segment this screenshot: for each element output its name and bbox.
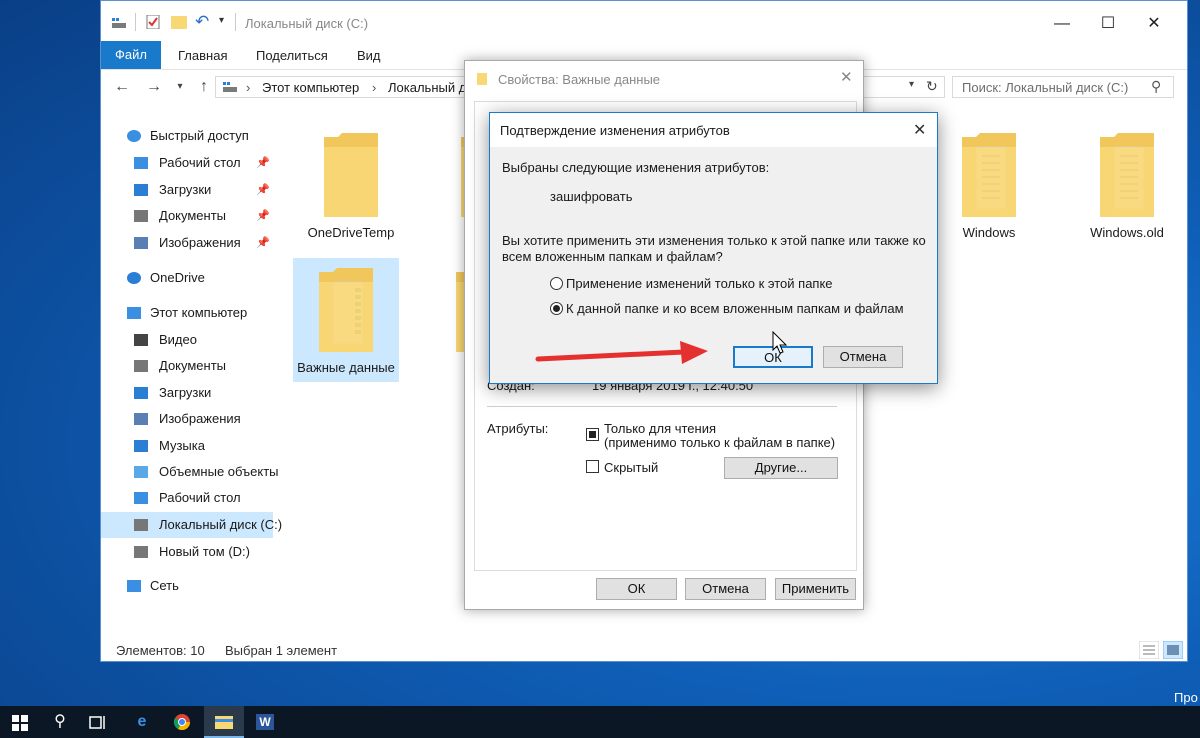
hidden-checkbox[interactable] <box>586 460 599 473</box>
folder-item[interactable]: Windows <box>936 123 1042 247</box>
sidebar-item-label: Музыка <box>159 438 205 453</box>
folder-label: Важные данные <box>297 360 395 375</box>
music-icon <box>134 440 148 452</box>
drive-icon <box>134 546 148 558</box>
red-arrow-annotation <box>535 341 708 364</box>
folder-label: OneDriveTemp <box>307 225 395 240</box>
sidebar-item-label: Рабочий стол <box>159 490 241 505</box>
readonly-checkbox[interactable] <box>586 428 599 441</box>
close-icon[interactable]: ✕ <box>913 120 926 140</box>
details-view-icon[interactable] <box>1139 641 1159 659</box>
properties-title: Свойства: Важные данные <box>498 72 661 87</box>
search-icon[interactable]: ⚲ <box>40 706 80 738</box>
attributes-label: Атрибуты: <box>487 421 549 436</box>
sidebar-item[interactable]: Сеть <box>101 573 273 599</box>
sidebar-item[interactable]: Изображения <box>101 406 273 432</box>
cancel-button[interactable]: Отмена <box>685 578 766 600</box>
radio-all-subfolders[interactable] <box>550 302 563 315</box>
ok-button[interactable]: ОК <box>596 578 677 600</box>
close-icon[interactable]: ✕ <box>840 68 853 86</box>
radio-folder-only[interactable] <box>550 277 563 290</box>
word-icon[interactable]: W <box>256 714 274 730</box>
apply-button[interactable]: Применить <box>775 578 856 600</box>
item-count: Элементов: 10 <box>116 643 205 658</box>
file-explorer-icon <box>215 716 233 729</box>
confirm-intro: Выбраны следующие изменения атрибутов: <box>502 160 770 175</box>
sidebar-item[interactable]: Объемные объекты <box>101 459 279 485</box>
sidebar-item-label: Новый том (D:) <box>159 544 250 559</box>
folder-icon <box>324 133 378 217</box>
mouse-cursor-icon <box>772 331 788 354</box>
folder-label: Windows.old <box>1090 225 1164 240</box>
folder-icon <box>962 133 1016 217</box>
image-icon <box>134 413 148 425</box>
sidebar-item-label: Локальный диск (C:) <box>159 517 283 532</box>
confirm-change: зашифровать <box>550 189 633 204</box>
option-folder-only-label[interactable]: Применение изменений только к этой папке <box>566 276 833 291</box>
folder-item[interactable]: Windows.old <box>1074 123 1180 247</box>
status-bar: Элементов: 10 Выбран 1 элемент <box>101 639 1187 661</box>
chrome-icon[interactable] <box>174 714 190 730</box>
confirm-title-bar[interactable]: Подтверждение изменения атрибутов ✕ <box>490 113 937 147</box>
large-icons-view-icon[interactable] <box>1163 641 1183 659</box>
sidebar-item-label: Сеть <box>150 578 179 593</box>
desktop-icon <box>134 492 148 504</box>
sidebar-item[interactable]: Локальный диск (C:) <box>101 512 282 538</box>
folder-icon <box>1100 133 1154 217</box>
option-all-label[interactable]: К данной папке и ко всем вложенным папка… <box>566 301 904 316</box>
sidebar-item-label: Изображения <box>159 411 241 426</box>
windows-start-icon[interactable] <box>12 715 28 731</box>
sidebar-item[interactable]: Музыка <box>101 433 273 459</box>
confirm-title: Подтверждение изменения атрибутов <box>500 123 730 138</box>
folder-icon <box>477 73 487 85</box>
hidden-label: Скрытый <box>604 460 659 475</box>
confirm-question-line1: Вы хотите применить эти изменения только… <box>502 233 926 248</box>
readonly-note: (применимо только к файлам в папке) <box>604 435 836 450</box>
folder-icon <box>319 268 373 352</box>
confirm-question-line2: всем вложенным папкам и файлам? <box>502 249 723 264</box>
edge-icon[interactable]: e <box>122 706 162 738</box>
network-icon <box>127 580 141 592</box>
cube-icon <box>134 466 148 478</box>
divider <box>487 406 837 407</box>
selection-count: Выбран 1 элемент <box>225 643 338 658</box>
sidebar-item[interactable]: Новый том (D:) <box>101 539 273 565</box>
taskbar-explorer-active[interactable] <box>204 706 244 738</box>
sidebar-item-label: Объемные объекты <box>159 464 279 479</box>
folder-item[interactable]: Важные данные <box>293 258 399 382</box>
readonly-label: Только для чтения <box>604 421 717 436</box>
taskbar: ⚲ e W <box>0 706 1200 738</box>
other-attributes-button[interactable]: Другие... <box>724 457 838 479</box>
confirm-cancel-button[interactable]: Отмена <box>823 346 903 368</box>
folder-item[interactable]: OneDriveTemp <box>298 123 404 247</box>
drive-icon <box>134 519 148 531</box>
task-view-icon[interactable] <box>89 715 107 730</box>
folder-label: Windows <box>962 225 1016 240</box>
desktop-corner-text: Про <box>1174 690 1198 705</box>
sidebar-item[interactable]: Рабочий стол <box>101 485 273 511</box>
